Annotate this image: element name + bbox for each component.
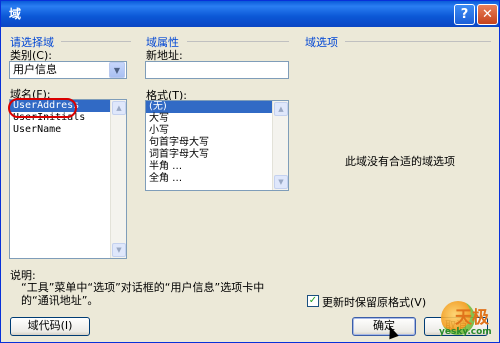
scroll-down-icon[interactable]: ▼ [112,243,126,257]
category-value: 用户信息 [13,63,57,76]
field-item-username[interactable]: UserName [10,124,126,136]
format-item-upper[interactable]: 大写 [146,113,288,125]
scroll-down-icon[interactable]: ▼ [274,175,288,189]
highlight-annotation [8,98,77,118]
new-address-input[interactable] [145,61,289,79]
category-dropdown-arrow-icon[interactable]: ▼ [109,62,125,78]
group-divider [187,41,289,42]
ok-button[interactable]: 确定 [352,317,416,336]
field-options-group-title: 域选项 [305,36,338,49]
format-list-scrollbar[interactable]: ▲ ▼ [272,101,288,190]
preserve-format-checkbox[interactable]: ✓ [307,295,319,307]
help-button[interactable]: ? [454,4,475,25]
format-listbox[interactable]: (无) 大写 小写 句首字母大写 词首字母大写 半角 … 全角 … ▲ ▼ [145,100,289,191]
scroll-up-icon[interactable]: ▲ [274,102,288,116]
preserve-format-label[interactable]: 更新时保留原格式(V) [322,294,426,310]
scroll-up-icon[interactable]: ▲ [112,101,126,115]
field-codes-button[interactable]: 域代码(I) [10,317,90,336]
field-list-scrollbar[interactable]: ▲ ▼ [110,100,126,258]
close-button[interactable]: ✕ [477,4,498,25]
no-options-message: 此域没有合适的域选项 [345,155,455,168]
format-item-fullwidth[interactable]: 全角 … [146,173,288,185]
format-item-lower[interactable]: 小写 [146,125,288,137]
group-divider [345,41,491,42]
watermark-brand-en: yesky.com [439,327,492,337]
field-name-listbox[interactable]: UserAddress UserInitials UserName ▲ ▼ [9,99,127,259]
dialog-title: 域 [9,7,22,21]
format-item-title[interactable]: 词首字母大写 [146,149,288,161]
format-item-halfwidth[interactable]: 半角 … [146,161,288,173]
format-item-none[interactable]: (无) [146,101,273,113]
watermark-brand-cn: 天极 [455,308,489,328]
format-item-sentence[interactable]: 句首字母大写 [146,137,288,149]
title-bar: 域 [1,1,499,27]
description-text-line2: 的“通讯地址”。 [21,294,99,307]
group-divider [61,41,131,42]
field-dialog: 域 ? ✕ 请选择域 类别(C): 用户信息 ▼ 域名(F): UserAddr… [0,0,500,343]
